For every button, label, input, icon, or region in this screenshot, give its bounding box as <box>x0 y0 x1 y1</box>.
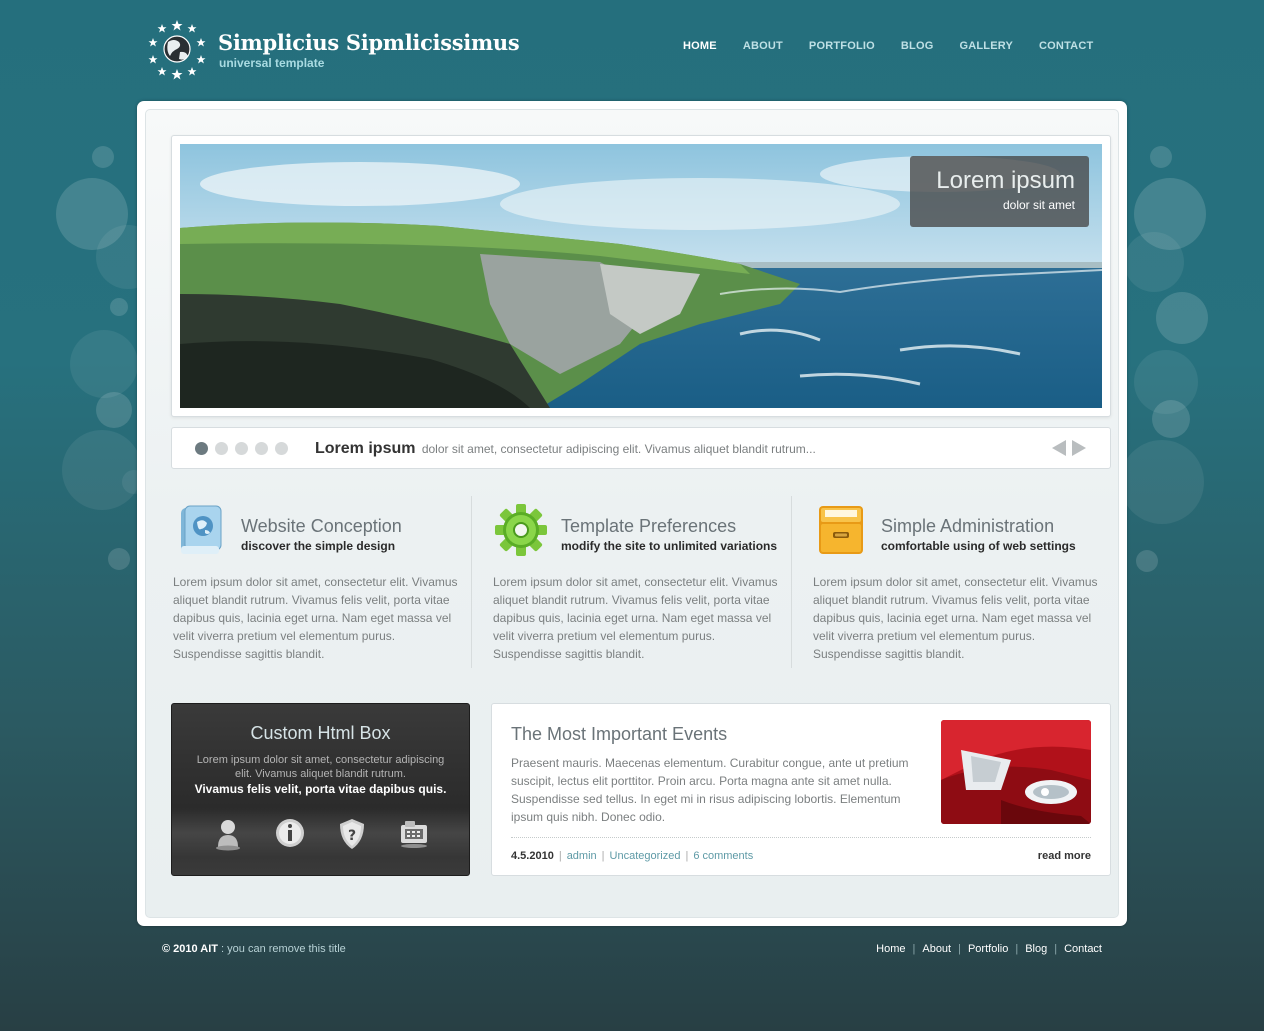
next-arrow-icon[interactable] <box>1072 440 1086 456</box>
feature-simple-administration: Simple Administration comfortable using … <box>813 498 1113 670</box>
slider-dot-1[interactable] <box>195 442 208 455</box>
user-icon[interactable] <box>212 817 244 851</box>
feature-text: Lorem ipsum dolor sit amet, consectetur … <box>493 575 778 661</box>
footer-link-home[interactable]: Home <box>876 943 905 955</box>
divider <box>791 496 792 668</box>
feature-subtitle: discover the simple design <box>241 539 396 553</box>
header: Simplicius Sipmlicissimus universal temp… <box>0 0 1264 95</box>
custom-box-text: Lorem ipsum dolor sit amet, consectetur … <box>192 753 449 796</box>
event-author-link[interactable]: admin <box>567 850 597 862</box>
nav-about[interactable]: ABOUT <box>743 40 783 52</box>
slider-navigation-bar: Lorem ipsum dolor sit amet, consectetur … <box>171 427 1111 469</box>
nav-gallery[interactable]: GALLERY <box>959 40 1013 52</box>
slider-arrows <box>1052 440 1086 456</box>
footer-copyright: © 2010 AIT : you can remove this title <box>162 943 346 955</box>
events-title[interactable]: The Most Important Events <box>511 724 727 745</box>
slider-description: Lorem ipsum dolor sit amet, consectetur … <box>315 440 816 458</box>
divider <box>511 837 1091 838</box>
main-nav: HOME ABOUT PORTFOLIO BLOG GALLERY CONTAC… <box>670 40 1106 52</box>
site-subtitle: universal template <box>219 56 325 70</box>
read-more-link[interactable]: read more <box>1038 850 1091 862</box>
slider-description-title: Lorem ipsum <box>315 440 416 457</box>
nav-portfolio[interactable]: PORTFOLIO <box>809 40 875 52</box>
slider-dots <box>195 442 295 455</box>
file-drawer-icon <box>819 506 863 554</box>
event-meta: 4.5.2010 | admin | Uncategorized | 6 comments <box>511 850 754 862</box>
footer-link-about[interactable]: About <box>922 943 951 955</box>
slide-caption: Lorem ipsum dolor sit amet <box>910 156 1089 227</box>
feature-website-conception: Website Conception discover the simple d… <box>173 498 473 670</box>
copyright-note: : you can remove this title <box>218 943 346 955</box>
slider-dot-4[interactable] <box>255 442 268 455</box>
event-date: 4.5.2010 <box>511 850 554 862</box>
globe-stars-logo-icon[interactable] <box>146 18 208 80</box>
custom-html-box: Custom Html Box Lorem ipsum dolor sit am… <box>171 703 470 876</box>
slide-image-coast[interactable]: Lorem ipsum dolor sit amet <box>180 144 1102 408</box>
main-panel: Lorem ipsum dolor sit amet Lorem ipsum d… <box>137 101 1127 926</box>
slide-caption-subtitle: dolor sit amet <box>1002 198 1075 212</box>
event-image-red-car[interactable] <box>941 720 1091 824</box>
custom-box-paragraph: Lorem ipsum dolor sit amet, consectetur … <box>196 754 445 780</box>
divider <box>471 496 472 668</box>
shield-icon[interactable]: ? <box>336 817 368 851</box>
custom-box-title: Custom Html Box <box>250 723 391 743</box>
phone-icon[interactable] <box>398 817 430 851</box>
feature-subtitle: comfortable using of web settings <box>881 539 1076 553</box>
custom-box-icons: ? <box>172 809 469 857</box>
feature-title: Simple Administration <box>881 516 1055 536</box>
nav-blog[interactable]: BLOG <box>901 40 934 52</box>
image-slider: Lorem ipsum dolor sit amet <box>171 135 1111 417</box>
info-icon[interactable] <box>274 817 306 851</box>
slide-caption-title: Lorem ipsum <box>936 167 1075 194</box>
footer-link-contact[interactable]: Contact <box>1064 943 1102 955</box>
copyright-text: © 2010 AIT <box>162 943 218 955</box>
nav-contact[interactable]: CONTACT <box>1039 40 1093 52</box>
gear-icon <box>495 504 547 556</box>
feature-text: Lorem ipsum dolor sit amet, consectetur … <box>173 575 458 661</box>
events-text: Praesent mauris. Maecenas elementum. Cur… <box>511 756 909 824</box>
event-category-link[interactable]: Uncategorized <box>610 850 681 862</box>
footer-link-blog[interactable]: Blog <box>1025 943 1047 955</box>
prev-arrow-icon[interactable] <box>1052 440 1066 456</box>
footer-nav: Home | About | Portfolio | Blog | Contact <box>876 943 1102 955</box>
slider-description-text: dolor sit amet, consectetur adipiscing e… <box>421 442 816 456</box>
feature-text: Lorem ipsum dolor sit amet, consectetur … <box>813 575 1098 661</box>
events-box: The Most Important Events Praesent mauri… <box>491 703 1111 876</box>
feature-title: Template Preferences <box>561 516 737 536</box>
slider-dot-2[interactable] <box>215 442 228 455</box>
site-title[interactable]: Simplicius Sipmlicissimus <box>218 30 520 55</box>
slider-dot-3[interactable] <box>235 442 248 455</box>
slider-dot-5[interactable] <box>275 442 288 455</box>
feature-subtitle: modify the site to unlimited variations <box>561 539 778 553</box>
event-comments-link[interactable]: 6 comments <box>693 850 753 862</box>
book-globe-icon <box>181 505 222 554</box>
feature-title: Website Conception <box>241 516 402 536</box>
nav-home[interactable]: HOME <box>683 40 717 52</box>
feature-template-preferences: Template Preferences modify the site to … <box>493 498 793 670</box>
custom-box-bold-text: Vivamus felis velit, porta vitae dapibus… <box>194 782 447 796</box>
footer-link-portfolio[interactable]: Portfolio <box>968 943 1008 955</box>
svg-text:?: ? <box>347 828 355 844</box>
content-area: Lorem ipsum dolor sit amet Lorem ipsum d… <box>145 109 1119 918</box>
